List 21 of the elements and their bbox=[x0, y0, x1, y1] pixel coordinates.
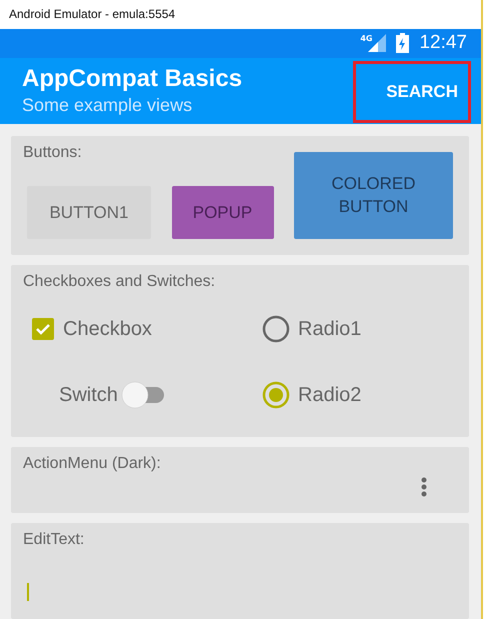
popup-button[interactable]: POPUP bbox=[172, 186, 274, 239]
search-button[interactable]: SEARCH bbox=[353, 60, 471, 123]
button[interactable]: COLORED BUTTON bbox=[294, 152, 453, 239]
status-time: 12:47 bbox=[419, 32, 467, 54]
radio-label: Radio2 bbox=[298, 384, 362, 406]
section-heading: ActionMenu (Dark): bbox=[23, 455, 161, 474]
radio-label: Radio1 bbox=[298, 318, 362, 340]
radio-button[interactable] bbox=[262, 381, 290, 409]
overflow-menu-icon[interactable] bbox=[421, 477, 427, 497]
button[interactable]: BUTTON1 bbox=[27, 186, 151, 239]
checkbox-label: Checkbox bbox=[63, 318, 152, 340]
switch-label: Switch bbox=[59, 384, 118, 406]
window-title: Android Emulator - emula:5554 bbox=[9, 7, 176, 22]
section-heading: Buttons: bbox=[23, 144, 83, 162]
battery-icon bbox=[396, 33, 410, 54]
radio-button[interactable] bbox=[262, 315, 290, 343]
checkbox[interactable] bbox=[31, 317, 55, 341]
section-heading: Checkboxes and Switches: bbox=[23, 273, 216, 291]
app-subtitle: Some example views bbox=[22, 95, 194, 116]
section-heading: EditText: bbox=[23, 531, 86, 549]
app-title: AppCompat Basics bbox=[22, 65, 242, 94]
